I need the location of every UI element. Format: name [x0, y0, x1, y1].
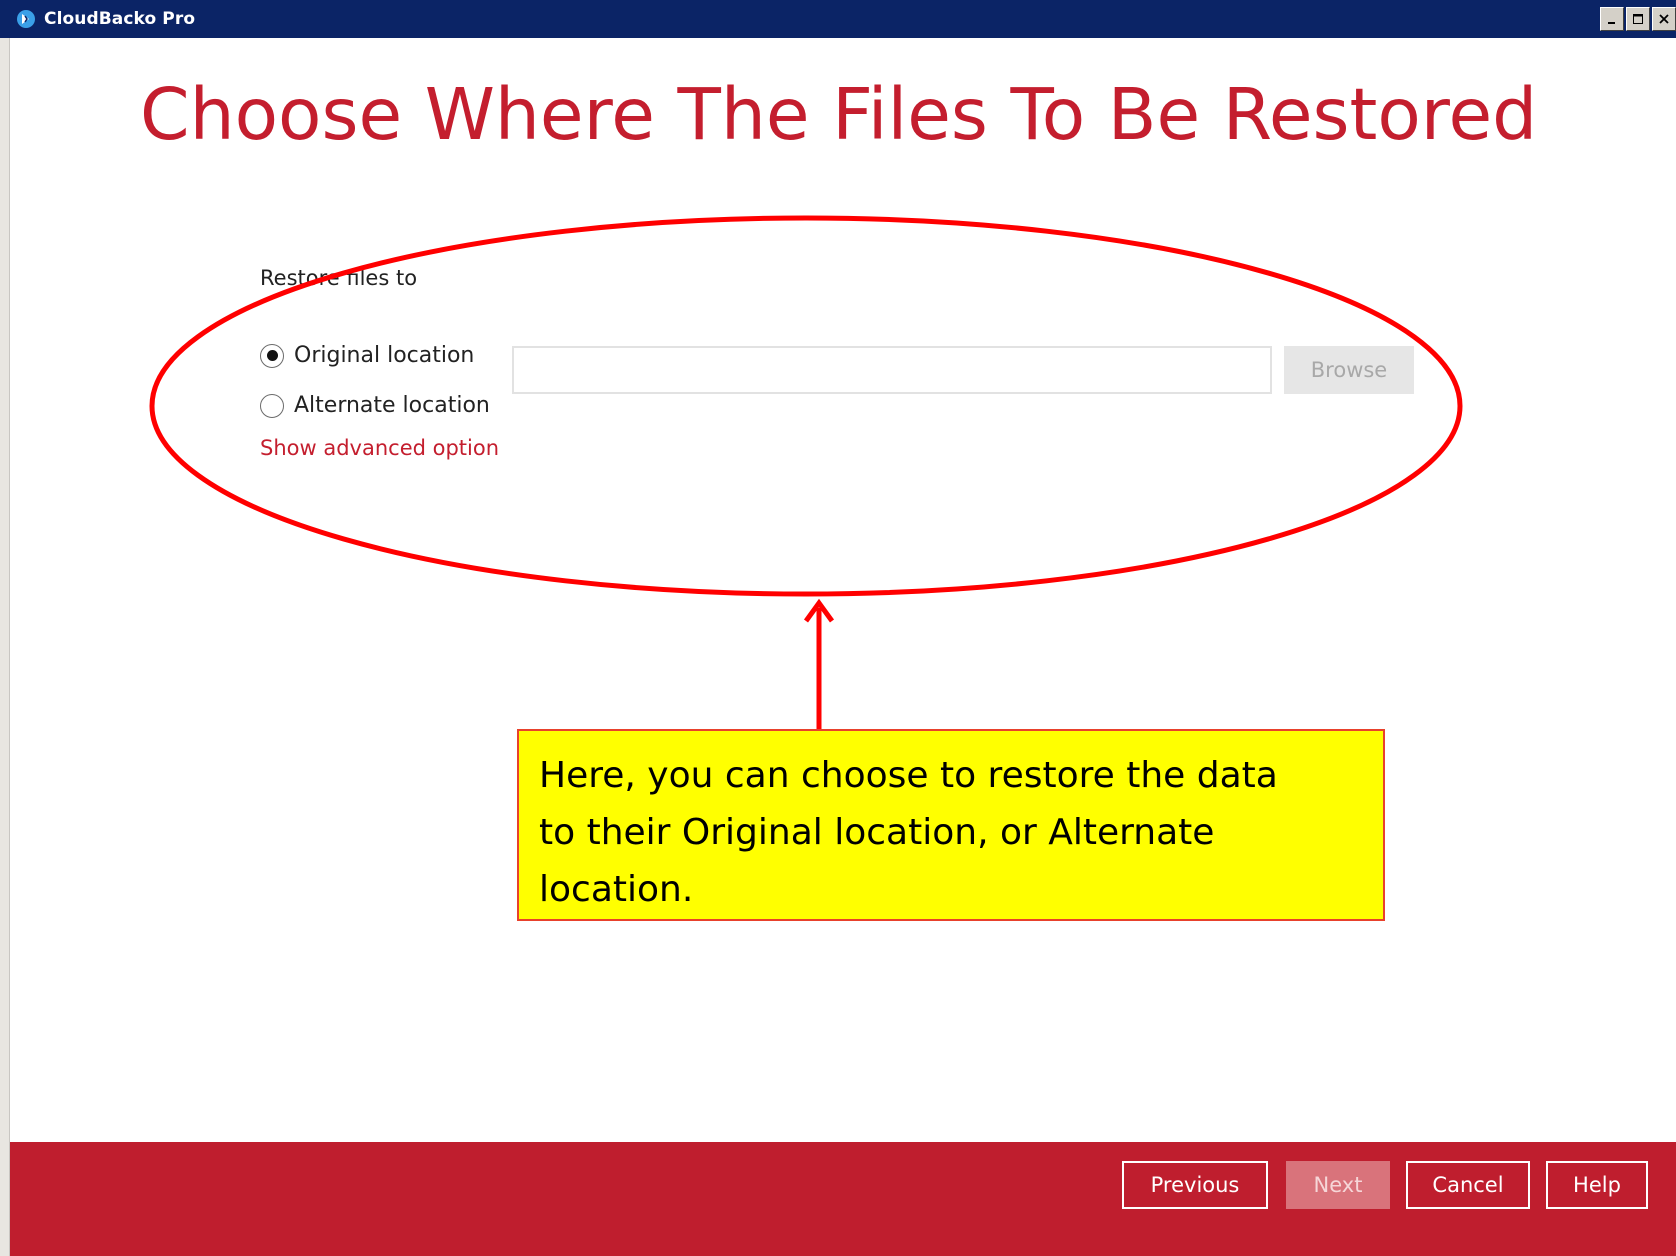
cancel-button[interactable]: Cancel: [1406, 1161, 1530, 1209]
restore-files-label: Restore files to: [260, 266, 418, 290]
annotation-callout: Here, you can choose to restore the data…: [517, 729, 1385, 921]
alternate-location-input[interactable]: [512, 346, 1272, 394]
radio-original-location[interactable]: Original location: [260, 343, 474, 368]
page-title: Choose Where The Files To Be Restored: [140, 73, 1538, 156]
next-button[interactable]: Next: [1286, 1161, 1390, 1209]
callout-line-3: location.: [539, 869, 694, 910]
app-window: CloudBacko Pro Choose Where The Files To…: [0, 0, 1676, 1256]
title-bar[interactable]: CloudBacko Pro: [0, 0, 1676, 38]
radio-button-selected[interactable]: [260, 343, 284, 368]
radio-button-unselected[interactable]: [260, 393, 284, 418]
close-icon[interactable]: [1652, 7, 1676, 31]
cloudbacko-logo-icon: [14, 7, 38, 31]
window-title: CloudBacko Pro: [44, 9, 196, 29]
show-advanced-option-link[interactable]: Show advanced option: [260, 436, 499, 460]
help-button[interactable]: Help: [1546, 1161, 1648, 1209]
main-content: [10, 38, 1676, 1142]
callout-line-1: Here, you can choose to restore the data: [539, 755, 1278, 796]
callout-line-2: to their Original location, or Alternate: [539, 812, 1215, 853]
minimize-icon[interactable]: [1600, 7, 1624, 31]
browse-button[interactable]: Browse: [1284, 346, 1414, 394]
window-controls: [1598, 7, 1676, 31]
radio-label-original: Original location: [294, 343, 475, 368]
radio-dot: [266, 350, 278, 361]
radio-label-alternate: Alternate location: [294, 393, 490, 418]
maximize-icon[interactable]: [1626, 7, 1650, 31]
previous-button[interactable]: Previous: [1122, 1161, 1268, 1209]
window-left-border: [0, 38, 10, 1256]
radio-alternate-location[interactable]: Alternate location: [260, 393, 490, 418]
